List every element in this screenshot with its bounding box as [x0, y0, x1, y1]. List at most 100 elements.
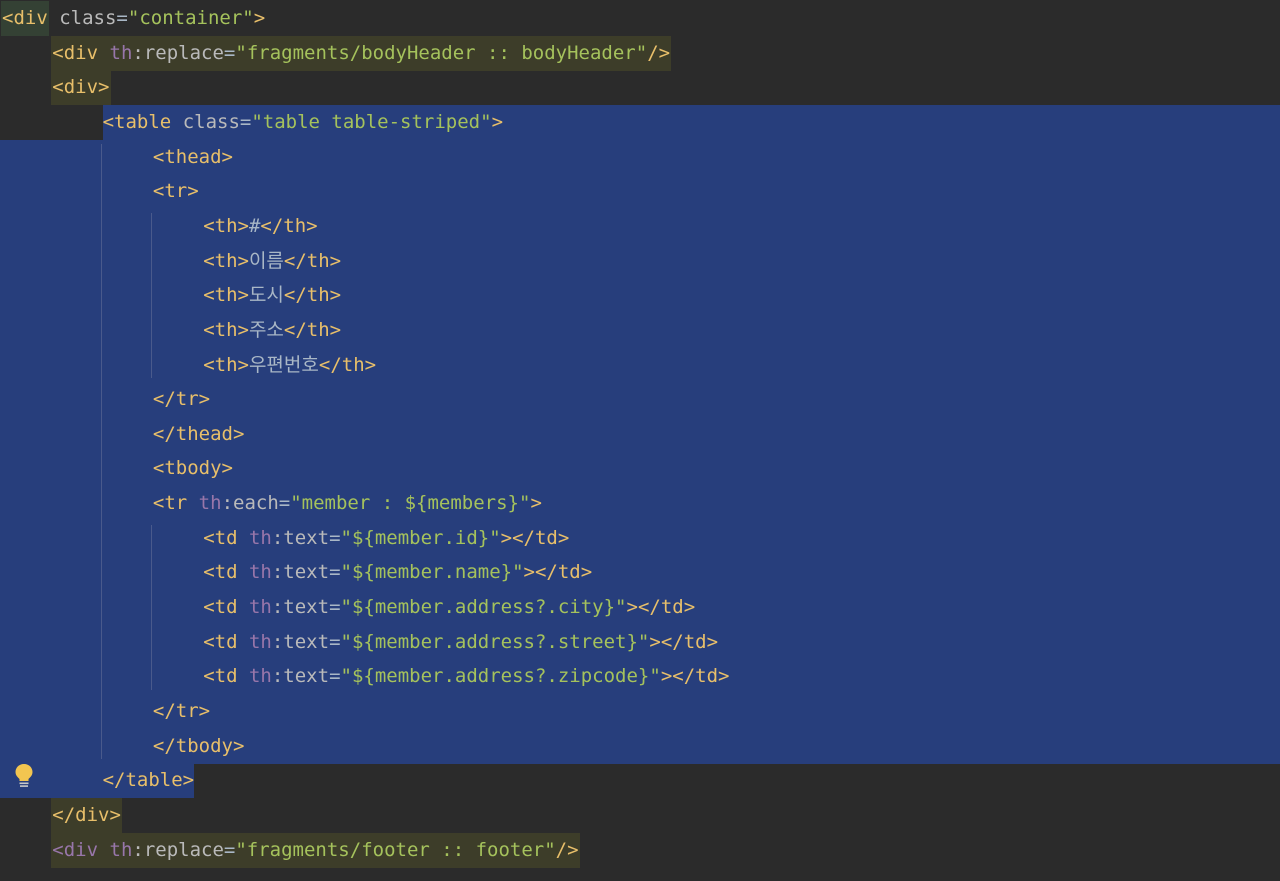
code-line[interactable]: <table class="table table-striped">	[0, 104, 1280, 140]
code-token-text: 이름	[248, 249, 284, 272]
code-token-tag: <th>	[203, 318, 249, 341]
code-token-tag: <div>	[52, 76, 110, 99]
code-token-tag: </tbody>	[152, 734, 245, 757]
code-line[interactable]: <tr>	[0, 174, 1280, 210]
code-line[interactable]: <tbody>	[0, 451, 1280, 487]
code-token-attr: :text	[271, 526, 330, 549]
code-token-str: "fragments/footer :: footer"	[235, 838, 556, 861]
code-token-tag: </th>	[283, 249, 342, 272]
code-token-tag: <td	[203, 630, 238, 653]
code-line[interactable]: <th>#</th>	[0, 208, 1280, 244]
code-line[interactable]: <tr th:each="member : ${members}">	[0, 486, 1280, 522]
code-token-tag: ></td>	[523, 561, 593, 584]
code-token-str: "${member.id}"	[340, 526, 501, 549]
code-token-tag: <tbody>	[152, 457, 233, 480]
code-token-tag: <td	[203, 596, 238, 619]
code-token-attr: :text	[271, 630, 330, 653]
code-token-tag: >	[491, 110, 504, 133]
code-token-text: =	[329, 596, 341, 619]
code-token-tag: <td	[203, 665, 238, 688]
code-token-ns: th	[248, 526, 272, 549]
code-token-ns: th	[198, 492, 222, 515]
code-token-attr: class	[59, 7, 117, 29]
code-token-tag: </tr>	[152, 388, 211, 411]
code-token-attr: :replace	[132, 41, 224, 64]
code-token-str: "table table-striped"	[251, 110, 492, 133]
code-token-tag: </th>	[283, 284, 342, 307]
code-token-text: 우편번호	[248, 353, 319, 376]
code-token-tag: ></td>	[660, 665, 730, 688]
code-token-tag: ></td>	[500, 526, 570, 549]
code-line[interactable]: <td th:text="${member.address?.street}">…	[0, 624, 1280, 660]
code-token-ns: th	[109, 838, 133, 861]
code-line[interactable]: <thead>	[0, 139, 1280, 175]
code-token-tag: </th>	[318, 353, 377, 376]
code-token-tag: <th>	[203, 284, 249, 307]
code-line[interactable]: </tr>	[0, 694, 1280, 729]
code-token-tag: >	[530, 492, 542, 515]
code-token-str: "fragments/bodyHeader :: bodyHeader"	[235, 41, 648, 64]
code-line[interactable]: <th>주소</th>	[0, 312, 1280, 348]
code-token-str: "${member.address?.city}"	[340, 596, 627, 619]
code-token-attr: :each	[221, 492, 279, 515]
code-line[interactable]: <th>도시</th>	[0, 278, 1280, 314]
code-token-ns: <div	[52, 838, 110, 861]
code-token-tag: >	[253, 7, 266, 29]
code-line[interactable]: <div>	[0, 70, 1280, 106]
code-token-attr: class	[182, 110, 240, 133]
code-token-tag: <td	[203, 526, 238, 549]
code-line[interactable]: <td th:text="${member.address?.city}"></…	[0, 590, 1280, 626]
code-token-ns: th	[248, 665, 272, 688]
code-token-text: =	[239, 110, 252, 133]
code-line[interactable]: <div class="container">	[0, 1, 1280, 36]
code-token-text: =	[278, 492, 291, 515]
code-token-text: =	[329, 526, 341, 549]
code-token-tag: </th>	[260, 214, 318, 237]
code-token-tag: </div>	[52, 803, 121, 826]
code-token-text: #	[248, 214, 261, 237]
code-token-tag: </th>	[283, 318, 342, 341]
code-line[interactable]: </tr>	[0, 382, 1280, 418]
code-token-tag: <table	[102, 110, 172, 133]
code-token-str: "container"	[127, 7, 254, 29]
code-line[interactable]: </div>	[0, 797, 1280, 833]
code-line[interactable]: <td th:text="${member.address?.zipcode}"…	[0, 659, 1280, 695]
code-token-attr: :text	[271, 665, 330, 688]
code-token-tag: ></td>	[626, 596, 696, 619]
code-token-tag: <th>	[203, 249, 249, 272]
code-token-tag: />	[647, 41, 671, 64]
code-line[interactable]: <th>이름</th>	[0, 243, 1280, 279]
code-token-tag: <td	[203, 561, 238, 584]
code-token-ns: th	[248, 630, 272, 653]
code-line[interactable]: <div th:replace="fragments/bodyHeader ::…	[0, 35, 1280, 71]
code-token-attr: :text	[271, 596, 330, 619]
lightbulb-icon[interactable]	[13, 763, 35, 789]
code-token-tag: </thead>	[152, 422, 245, 445]
code-token-attr: :replace	[132, 838, 224, 861]
code-line[interactable]: <th>우편번호</th>	[0, 347, 1280, 383]
code-token-str: "${member.address?.street}"	[340, 630, 650, 653]
code-line[interactable]: <td th:text="${member.id}"></td>	[0, 520, 1280, 556]
code-line[interactable]: <td th:text="${member.name}"></td>	[0, 555, 1280, 591]
code-token-tag: <tr>	[152, 180, 199, 203]
indent-guide	[150, 524, 152, 690]
code-token-text: =	[223, 41, 236, 64]
code-line[interactable]: </thead>	[0, 416, 1280, 452]
code-line[interactable]: </table>	[0, 763, 1280, 799]
code-editor[interactable]: <div class="container"> <div th:replace="…	[0, 0, 1280, 881]
indent-guide	[150, 212, 152, 379]
code-line[interactable]: </tbody>	[0, 728, 1280, 764]
code-line[interactable]: <div th:replace="fragments/footer :: foo…	[0, 832, 1280, 868]
code-token-ns: th	[109, 41, 133, 64]
code-token-attr: :text	[271, 561, 330, 584]
code-token-text: 주소	[248, 318, 284, 341]
